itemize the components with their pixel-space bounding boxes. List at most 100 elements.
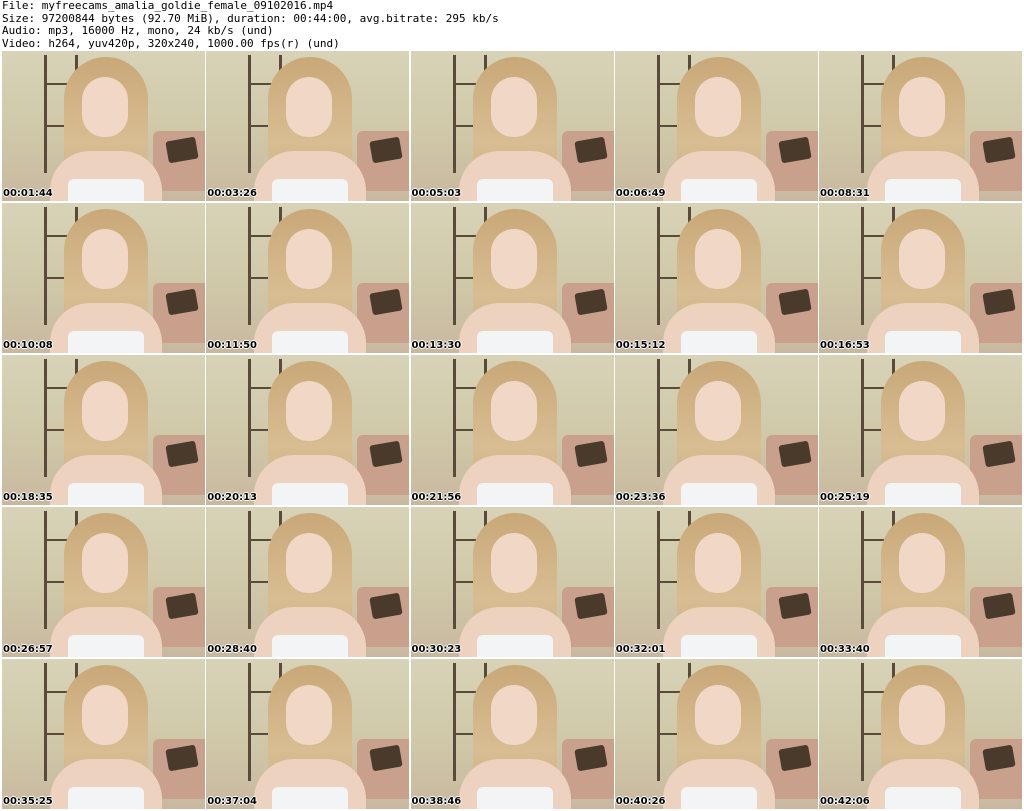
person-face-graphic [899,533,945,593]
frame-timestamp: 00:28:40 [207,644,257,655]
person-face-graphic [82,381,128,441]
person-face-graphic [694,77,741,137]
person-top-graphic [272,787,349,809]
frame-timestamp: 00:35:25 [3,796,53,807]
video-frame-thumbnail: 00:06:49 [614,51,818,201]
video-info-line: Video: h264, yuv420p, 320x240, 1000.00 f… [2,36,340,50]
person-top-graphic [680,179,757,201]
video-frame-thumbnail: 00:28:40 [206,507,410,657]
person-face-graphic [82,533,128,593]
frame-timestamp: 00:32:01 [615,644,666,655]
person-top-graphic [272,179,349,201]
frame-timestamp: 00:13:30 [411,340,462,351]
frame-timestamp: 00:25:19 [820,492,870,503]
video-frame-thumbnail: 00:10:08 [2,203,205,353]
person-face-graphic [490,533,537,593]
video-frame-thumbnail: 00:40:26 [614,659,818,809]
person-face-graphic [82,77,128,137]
frame-timestamp: 00:30:23 [411,644,462,655]
person-top-graphic [680,331,757,353]
person-top-graphic [68,483,144,505]
video-frame-thumbnail: 00:20:13 [206,355,410,505]
frame-timestamp: 00:18:35 [3,492,53,503]
person-face-graphic [82,685,128,745]
frame-timestamp: 00:42:06 [820,796,870,807]
person-top-graphic [885,483,961,505]
person-face-graphic [490,685,537,745]
person-face-graphic [694,229,741,289]
frame-timestamp: 00:37:04 [207,796,257,807]
frame-timestamp: 00:05:03 [411,188,462,199]
video-frame-thumbnail: 00:08:31 [819,51,1022,201]
video-frame-thumbnail: 00:35:25 [2,659,205,809]
frame-timestamp: 00:23:36 [615,492,666,503]
video-frame-thumbnail: 00:18:35 [2,355,205,505]
frame-timestamp: 00:21:56 [411,492,462,503]
audio-info-line: Audio: mp3, 16000 Hz, mono, 24 kb/s (und… [2,24,274,37]
video-frame-thumbnail: 00:03:26 [206,51,410,201]
frame-timestamp: 00:08:31 [820,188,870,199]
video-frame-thumbnail: 00:01:44 [2,51,205,201]
video-frame-thumbnail: 00:26:57 [2,507,205,657]
person-face-graphic [490,77,537,137]
video-frame-thumbnail: 00:37:04 [206,659,410,809]
person-top-graphic [272,483,349,505]
file-name-line: File: myfreecams_amalia_goldie_female_09… [2,0,334,12]
video-frame-thumbnail: 00:16:53 [819,203,1022,353]
person-top-graphic [885,331,961,353]
person-top-graphic [272,331,349,353]
person-top-graphic [476,179,553,201]
frame-timestamp: 00:06:49 [615,188,666,199]
frame-timestamp: 00:15:12 [615,340,666,351]
person-top-graphic [68,331,144,353]
frame-timestamp: 00:33:40 [820,644,870,655]
video-frame-thumbnail: 00:38:46 [410,659,614,809]
person-top-graphic [885,179,961,201]
person-top-graphic [68,787,144,809]
person-face-graphic [694,381,741,441]
frame-timestamp: 00:38:46 [411,796,462,807]
person-top-graphic [68,635,144,657]
frame-timestamp: 00:20:13 [207,492,257,503]
frame-timestamp: 00:10:08 [3,340,53,351]
frame-timestamp: 00:16:53 [820,340,870,351]
person-top-graphic [885,787,961,809]
person-top-graphic [476,331,553,353]
video-frame-thumbnail: 00:13:30 [410,203,614,353]
frame-timestamp: 00:03:26 [207,188,257,199]
person-face-graphic [694,533,741,593]
person-face-graphic [490,229,537,289]
frame-timestamp: 00:40:26 [615,796,666,807]
file-info-header: File: myfreecams_amalia_goldie_female_09… [2,0,1022,50]
person-face-graphic [899,229,945,289]
video-frame-thumbnail: 00:32:01 [614,507,818,657]
frame-timestamp: 00:01:44 [3,188,53,199]
person-top-graphic [272,635,349,657]
person-top-graphic [476,483,553,505]
video-frame-thumbnail: 00:33:40 [819,507,1022,657]
person-face-graphic [82,229,128,289]
person-face-graphic [286,685,333,745]
video-frame-thumbnail: 00:42:06 [819,659,1022,809]
person-top-graphic [476,787,553,809]
person-face-graphic [899,381,945,441]
person-face-graphic [286,77,333,137]
video-frame-thumbnail: 00:11:50 [206,203,410,353]
person-face-graphic [286,381,333,441]
person-face-graphic [490,381,537,441]
person-top-graphic [476,635,553,657]
frame-timestamp: 00:11:50 [207,340,257,351]
person-top-graphic [680,635,757,657]
video-frame-thumbnail: 00:15:12 [614,203,818,353]
person-face-graphic [694,685,741,745]
person-face-graphic [899,77,945,137]
video-frame-thumbnail: 00:23:36 [614,355,818,505]
video-frame-thumbnail: 00:30:23 [410,507,614,657]
person-face-graphic [286,229,333,289]
person-top-graphic [680,787,757,809]
person-face-graphic [899,685,945,745]
video-frame-thumbnail: 00:21:56 [410,355,614,505]
person-top-graphic [680,483,757,505]
video-frame-thumbnail: 00:25:19 [819,355,1022,505]
person-top-graphic [885,635,961,657]
